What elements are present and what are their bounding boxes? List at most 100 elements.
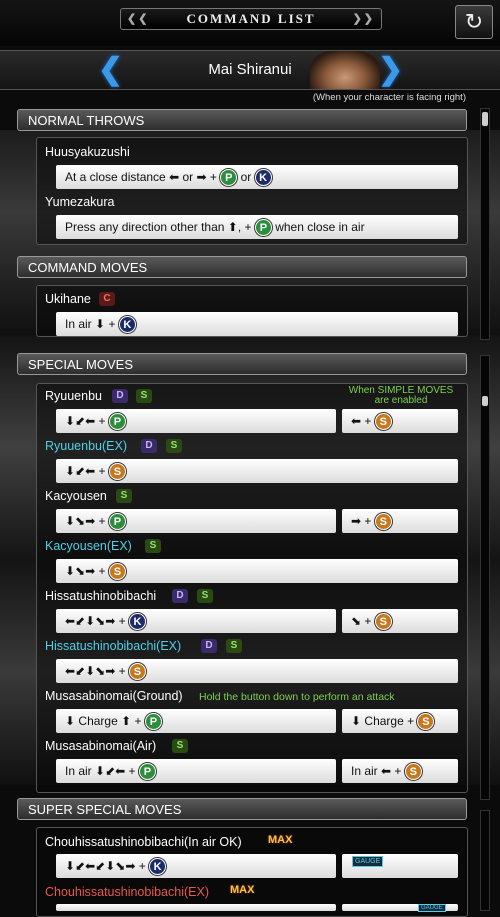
command-box: In air ⬇⬋⬅ + P (56, 759, 336, 783)
s-badge-icon: S (116, 489, 132, 503)
scrollbar-thumb[interactable] (482, 396, 488, 406)
command-box: ⬇⬊➡ + P (56, 509, 336, 533)
arrow-left-icon: ⬅ + (381, 764, 402, 778)
s-badge-icon: S (136, 389, 152, 403)
arrow-down-icon: ⬇ (351, 714, 362, 728)
button-s-icon: S (374, 413, 392, 431)
s-badge-icon: S (145, 539, 161, 553)
move-name: Musasabinomai(Ground) (45, 689, 183, 703)
section-command-moves: COMMAND MOVES (17, 256, 467, 278)
button-k-icon: K (254, 169, 272, 187)
command-box: ⬇⬋⬅ + S (56, 459, 458, 483)
top-bar: ❮❮ COMMAND LIST ❯❯ ↻ (0, 0, 500, 46)
button-s-icon: S (128, 663, 146, 681)
arrow-right-icon: ➡ + (351, 514, 372, 528)
hold-note: Hold the button down to perform an attac… (199, 691, 395, 703)
button-p-icon: P (220, 169, 238, 187)
back-button[interactable]: ↻ (455, 5, 493, 39)
command-box: ⬇ Charge ⬆ + P (56, 709, 336, 733)
scrollbar[interactable] (480, 355, 490, 800)
d-badge-icon: D (172, 589, 188, 603)
simple-command-box: ⬅ + S (342, 409, 458, 433)
input-sequence-icon: ⬇⬋⬅⬋⬇⬊➡ + (65, 859, 146, 873)
button-p-icon: P (144, 713, 162, 731)
input-sequence-icon: ⬇⬊➡ + (65, 514, 106, 528)
section-super-special-moves: SUPER SPECIAL MOVES (17, 798, 467, 820)
chevron-right-icon: ❯ (378, 53, 404, 86)
move-name: Chouhissatushinobibachi(EX) (45, 885, 209, 899)
simple-command-box: ⬇ Charge + S (342, 709, 458, 733)
button-p-icon: P (108, 513, 126, 531)
d-badge-icon: D (112, 389, 128, 403)
simple-command-box: GAUGE (342, 904, 458, 912)
command-badge-icon: C (99, 292, 115, 306)
move-name: Huusyakuzushi (45, 145, 130, 159)
page-title-text: COMMAND LIST (186, 11, 316, 26)
move-name: Hissatushinobibachi (45, 589, 157, 603)
character-name: Mai Shiranui (208, 61, 292, 78)
move-name: Hissatushinobibachi(EX) (45, 639, 182, 653)
character-bar: ❮ Mai Shiranui ❯ (0, 50, 500, 90)
simple-moves-note: When SIMPLE MOVES are enabled (348, 385, 454, 406)
command-box (56, 904, 336, 911)
d-badge-icon: D (201, 639, 217, 653)
section-special-moves: SPECIAL MOVES (17, 353, 467, 375)
title-ornament-left-icon: ❮❮ (127, 13, 150, 25)
arrow-left-icon: ⬅ + (351, 414, 372, 428)
input-sequence-icon: ⬇⬋⬅ + (65, 464, 106, 478)
button-s-icon: S (108, 463, 126, 481)
input-sequence-icon: ⬇⬊➡ + (65, 564, 106, 578)
button-s-icon: S (417, 713, 435, 731)
arrow-right-icon: ➡ (196, 170, 207, 184)
scrollbar[interactable] (480, 108, 490, 340)
button-k-icon: K (128, 613, 146, 631)
s-badge-icon: S (172, 739, 188, 753)
facing-note: (When your character is facing right) (312, 92, 466, 103)
input-sequence-icon: ⬇⬋⬅ + (65, 414, 106, 428)
command-box: At a close distance ⬅ or ➡ + P or K (56, 165, 458, 189)
move-name: Musasabinomai(Air) (45, 739, 157, 753)
title-ornament-right-icon: ❯❯ (352, 13, 375, 25)
command-box: ⬅⬋⬇⬊➡ + S (56, 659, 458, 683)
arrow-up-icon: ⬆ (227, 220, 238, 234)
scrollbar[interactable] (480, 810, 490, 911)
command-box: ⬇⬋⬅ + P (56, 409, 336, 433)
simple-command-box: ⬊ + S (342, 609, 458, 633)
command-box: ⬇⬊➡ + S (56, 559, 458, 583)
simple-command-box: In air ⬅ + S (342, 759, 458, 783)
arrow-down-icon: ⬇ (95, 317, 106, 331)
max-badge-icon: MAX (230, 884, 255, 896)
button-s-icon: S (404, 763, 422, 781)
button-p-icon: P (254, 219, 272, 237)
arrow-up-icon: ⬆ + (121, 714, 142, 728)
input-sequence-icon: ⬇⬋⬅ + (95, 764, 136, 778)
input-sequence-icon: ⬅⬋⬇⬊➡ + (65, 664, 126, 678)
command-box: In air ⬇ + K (56, 312, 458, 336)
simple-command-box: ➡ + S (342, 509, 458, 533)
gauge-icon: GAUGE (352, 856, 384, 867)
simple-command-box: GAUGE (342, 854, 458, 878)
move-name: Yumezakura (45, 195, 115, 209)
button-p-icon: P (108, 413, 126, 431)
command-box: ⬅⬋⬇⬊➡ + K (56, 609, 336, 633)
max-badge-icon: MAX (268, 834, 293, 846)
d-badge-icon: D (141, 439, 157, 453)
button-s-icon: S (108, 563, 126, 581)
arrow-down-right-icon: ⬊ + (351, 614, 372, 628)
command-box: Press any direction other than ⬆, + P wh… (56, 215, 458, 239)
return-arrow-icon: ↻ (464, 9, 484, 34)
button-k-icon: K (118, 316, 136, 334)
button-s-icon: S (374, 513, 392, 531)
move-name: Ryuuenbu (45, 389, 102, 403)
move-name: Ukihane (45, 292, 91, 306)
page-title: ❮❮ COMMAND LIST ❯❯ (120, 8, 382, 30)
button-k-icon: K (149, 858, 167, 876)
button-p-icon: P (138, 763, 156, 781)
next-character-button[interactable]: ❯ (378, 53, 403, 87)
arrow-down-icon: ⬇ (65, 714, 76, 728)
arrow-left-icon: ⬅ (169, 170, 180, 184)
move-name: Kacyousen(EX) (45, 539, 132, 553)
s-badge-icon: S (197, 589, 213, 603)
scrollbar-thumb[interactable] (482, 112, 488, 126)
input-sequence-icon: ⬅⬋⬇⬊➡ + (65, 614, 126, 628)
